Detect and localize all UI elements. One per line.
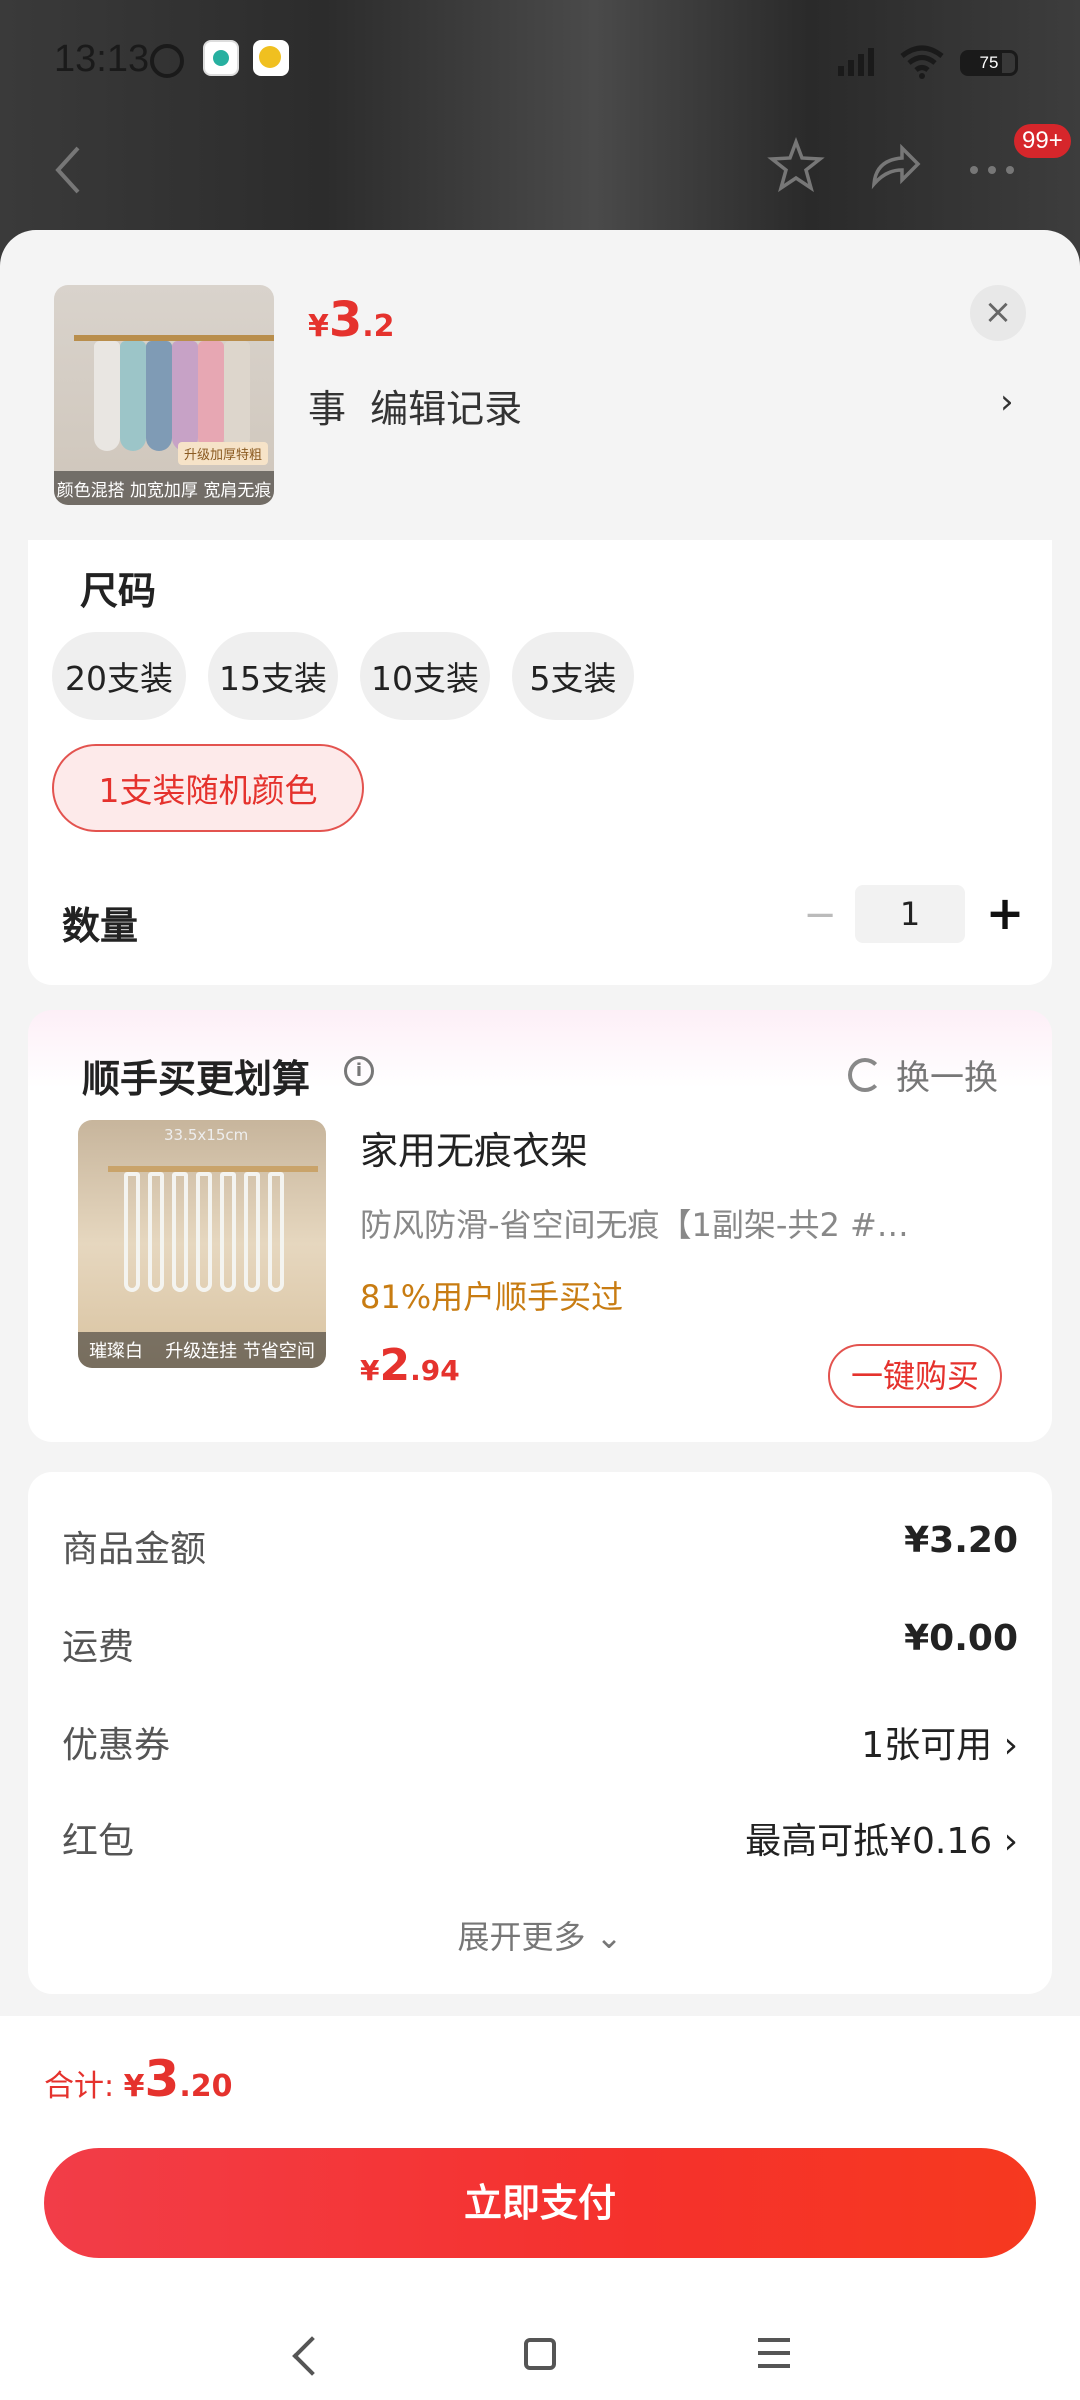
size-option-20[interactable]: 20支装 (52, 632, 186, 720)
size-title: 尺码 (80, 569, 157, 613)
checkout-bar: 合计: ¥3.20 立即支付 (0, 2016, 1080, 2400)
close-button[interactable]: × (970, 285, 1026, 341)
size-option-15[interactable]: 15支装 (208, 632, 338, 720)
addon-price: ¥2.94 (360, 1340, 460, 1391)
order-summary-card: 商品金额 ¥3.20 运费 ¥0.00 优惠券 1张可用 › 红包 最高可抵¥0… (28, 1472, 1052, 1994)
one-click-buy-button[interactable]: 一键购买 (828, 1344, 1002, 1408)
star-icon[interactable] (766, 136, 826, 196)
product-thumbnail[interactable]: 升级加厚特粗 颜色混搭 加宽加厚 宽肩无痕 (54, 285, 274, 505)
quantity-label: 数量 (62, 904, 139, 948)
info-icon[interactable]: i (344, 1056, 374, 1086)
app-notification-icon-2 (253, 40, 289, 76)
chevron-right-icon[interactable]: › (1000, 382, 1014, 422)
selected-spec-text[interactable]: 事 编辑记录 (308, 378, 522, 433)
thumb-caption: 颜色混搭 加宽加厚 宽肩无痕 (54, 471, 274, 505)
product-price: ¥3.2 (308, 292, 395, 348)
system-home-icon[interactable] (524, 2338, 556, 2370)
status-time: 13:13 (54, 38, 150, 80)
addon-image-caption: 璀璨白 升级连挂 节省空间 (78, 1332, 326, 1368)
expand-more-button[interactable]: 展开更多 ⌄ (28, 1912, 1052, 1958)
quantity-input[interactable]: 1 (855, 885, 965, 943)
quantity-minus-button[interactable]: − (800, 892, 840, 942)
addon-purchase-stat: 81%用户顺手买过 (360, 1278, 624, 1316)
alarm-icon (150, 44, 184, 78)
pay-now-button[interactable]: 立即支付 (44, 2148, 1036, 2258)
size-option-1-random-selected[interactable]: 1支装随机颜色 (52, 744, 364, 832)
swap-button[interactable]: 换一换 (848, 1050, 998, 1099)
size-option-10[interactable]: 10支装 (360, 632, 490, 720)
battery-icon: 75 (960, 50, 1018, 76)
status-bar: 13:13 75 (0, 0, 1080, 120)
app-notification-icon (203, 40, 239, 76)
share-icon[interactable] (864, 136, 924, 196)
summary-row-red-packet[interactable]: 红包 最高可抵¥0.16 › (62, 1812, 1018, 1872)
swap-label: 换一换 (896, 1058, 998, 1098)
summary-row-goods-amount: 商品金额 ¥3.20 (62, 1520, 1018, 1570)
addon-title: 顺手买更划算 (82, 1057, 311, 1101)
system-back-icon[interactable] (292, 2336, 332, 2376)
system-nav-bar (0, 2316, 1080, 2400)
thumb-tag: 升级加厚特粗 (177, 442, 268, 465)
sheet-header: 升级加厚特粗 颜色混搭 加宽加厚 宽肩无痕 ¥3.2 事 编辑记录 › × (0, 230, 1080, 540)
signal-icon (838, 44, 882, 76)
refresh-icon (848, 1057, 882, 1092)
more-icon[interactable] (962, 136, 1022, 196)
quantity-plus-button[interactable]: + (980, 885, 1030, 943)
notification-badge: 99+ (1014, 124, 1071, 158)
system-menu-icon[interactable] (758, 2338, 790, 2368)
addon-product-name[interactable]: 家用无痕衣架 (360, 1120, 588, 1175)
summary-row-coupon[interactable]: 优惠券 1张可用 › (62, 1716, 1018, 1776)
addon-product-image[interactable]: 33.5x15cm 璀璨白 升级连挂 节省空间 (78, 1120, 326, 1368)
spec-card: 尺码 20支装 15支装 10支装 5支装 1支装随机颜色 数量 − 1 + (28, 540, 1052, 985)
wifi-icon (900, 45, 944, 79)
addon-recommendation-card: 顺手买更划算 i 换一换 33.5x15cm 璀璨白 升级连挂 节省空间 家用无… (28, 1010, 1052, 1442)
size-option-5[interactable]: 5支装 (512, 632, 634, 720)
addon-product-desc: 防风防滑-省空间无痕【1副架-共2 #… (360, 1206, 909, 1244)
total-price: 合计: ¥3.20 (44, 2050, 233, 2108)
back-icon[interactable] (48, 140, 88, 200)
summary-row-shipping: 运费 ¥0.00 (62, 1618, 1018, 1668)
